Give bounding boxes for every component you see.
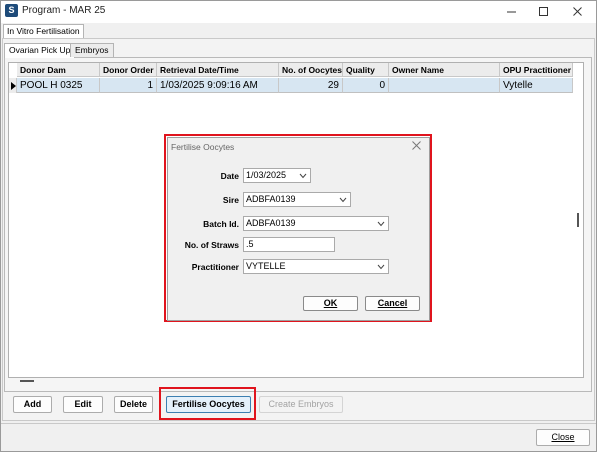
ok-button-label: OK xyxy=(323,298,338,308)
batch-id-select[interactable]: ADBFA0139 xyxy=(243,216,389,231)
tab-ovarian-pick-up[interactable]: Ovarian Pick Up xyxy=(4,43,76,58)
minimize-icon xyxy=(506,11,516,13)
cell-owner-name[interactable] xyxy=(389,78,500,93)
column-header-donor-dam[interactable]: Donor Dam xyxy=(17,63,100,77)
ok-button[interactable]: OK xyxy=(303,296,358,311)
minimize-button[interactable] xyxy=(494,1,528,22)
batch-id-label: Batch Id. xyxy=(203,219,239,229)
horizontal-scroll-thumb[interactable] xyxy=(20,380,34,382)
batch-id-value: ADBFA0139 xyxy=(246,218,296,228)
date-picker[interactable]: 1/03/2025 xyxy=(243,168,311,183)
practitioner-value: VYTELLE xyxy=(246,261,286,271)
chevron-down-icon xyxy=(339,197,347,203)
date-label: Date xyxy=(220,171,239,181)
column-header-opu-practitioner[interactable]: OPU Practitioner xyxy=(500,63,573,77)
close-icon xyxy=(572,7,582,16)
no-of-straws-input[interactable]: .5 xyxy=(243,237,335,252)
cell-opu-practitioner[interactable]: Vytelle xyxy=(500,78,573,93)
column-header-donor-order[interactable]: Donor Order xyxy=(100,63,157,77)
no-of-straws-label: No. of Straws xyxy=(184,240,239,250)
app-icon: S xyxy=(5,4,18,17)
close-button-label: Close xyxy=(551,432,575,442)
maximize-button[interactable] xyxy=(526,1,560,22)
column-header-no-of-oocytes[interactable]: No. of Oocytes xyxy=(279,63,343,77)
cancel-button[interactable]: Cancel xyxy=(365,296,420,311)
create-embryos-button[interactable]: Create Embryos xyxy=(259,396,343,413)
dialog-title: Fertilise Oocytes xyxy=(171,142,235,152)
tab-in-vitro-fertilisation[interactable]: In Vitro Fertilisation xyxy=(3,24,84,38)
maximize-icon xyxy=(538,7,548,16)
tab-embryos[interactable]: Embryos xyxy=(70,43,114,57)
bottom-bar xyxy=(1,423,596,451)
cancel-button-label: Cancel xyxy=(377,298,408,308)
cell-donor-order[interactable]: 1 xyxy=(100,78,157,93)
current-row-arrow-icon xyxy=(11,82,16,90)
chevron-down-icon xyxy=(377,264,385,270)
cell-no-of-oocytes[interactable]: 29 xyxy=(279,78,343,93)
fertilise-oocytes-button[interactable]: Fertilise Oocytes xyxy=(166,396,251,413)
sire-select[interactable]: ADBFA0139 xyxy=(243,192,351,207)
add-button[interactable]: Add xyxy=(13,396,52,413)
sire-value: ADBFA0139 xyxy=(246,194,296,204)
chevron-down-icon xyxy=(299,173,307,179)
close-button[interactable]: Close xyxy=(536,429,590,446)
close-window-button[interactable] xyxy=(560,1,594,22)
no-of-straws-value: .5 xyxy=(246,239,254,249)
edit-button[interactable]: Edit xyxy=(63,396,103,413)
dialog-close-button[interactable] xyxy=(410,139,423,152)
practitioner-select[interactable]: VYTELLE xyxy=(243,259,389,274)
column-header-owner-name[interactable]: Owner Name xyxy=(389,63,500,77)
chevron-down-icon xyxy=(377,221,385,227)
practitioner-label: Practitioner xyxy=(191,262,239,272)
sire-label: Sire xyxy=(222,195,239,205)
cell-quality[interactable]: 0 xyxy=(343,78,389,93)
delete-button[interactable]: Delete xyxy=(114,396,153,413)
date-value: 1/03/2025 xyxy=(246,170,287,180)
cell-retrieval-date[interactable]: 1/03/2025 9:09:16 AM xyxy=(157,78,279,93)
vertical-scroll-thumb[interactable] xyxy=(577,213,579,227)
window-title: Program - MAR 25 xyxy=(22,5,106,16)
cell-donor-dam[interactable]: POOL H 0325 xyxy=(17,78,100,93)
close-icon xyxy=(412,141,421,150)
column-header-retrieval-date[interactable]: Retrieval Date/Time xyxy=(157,63,279,77)
column-header-quality[interactable]: Quality xyxy=(343,63,389,77)
